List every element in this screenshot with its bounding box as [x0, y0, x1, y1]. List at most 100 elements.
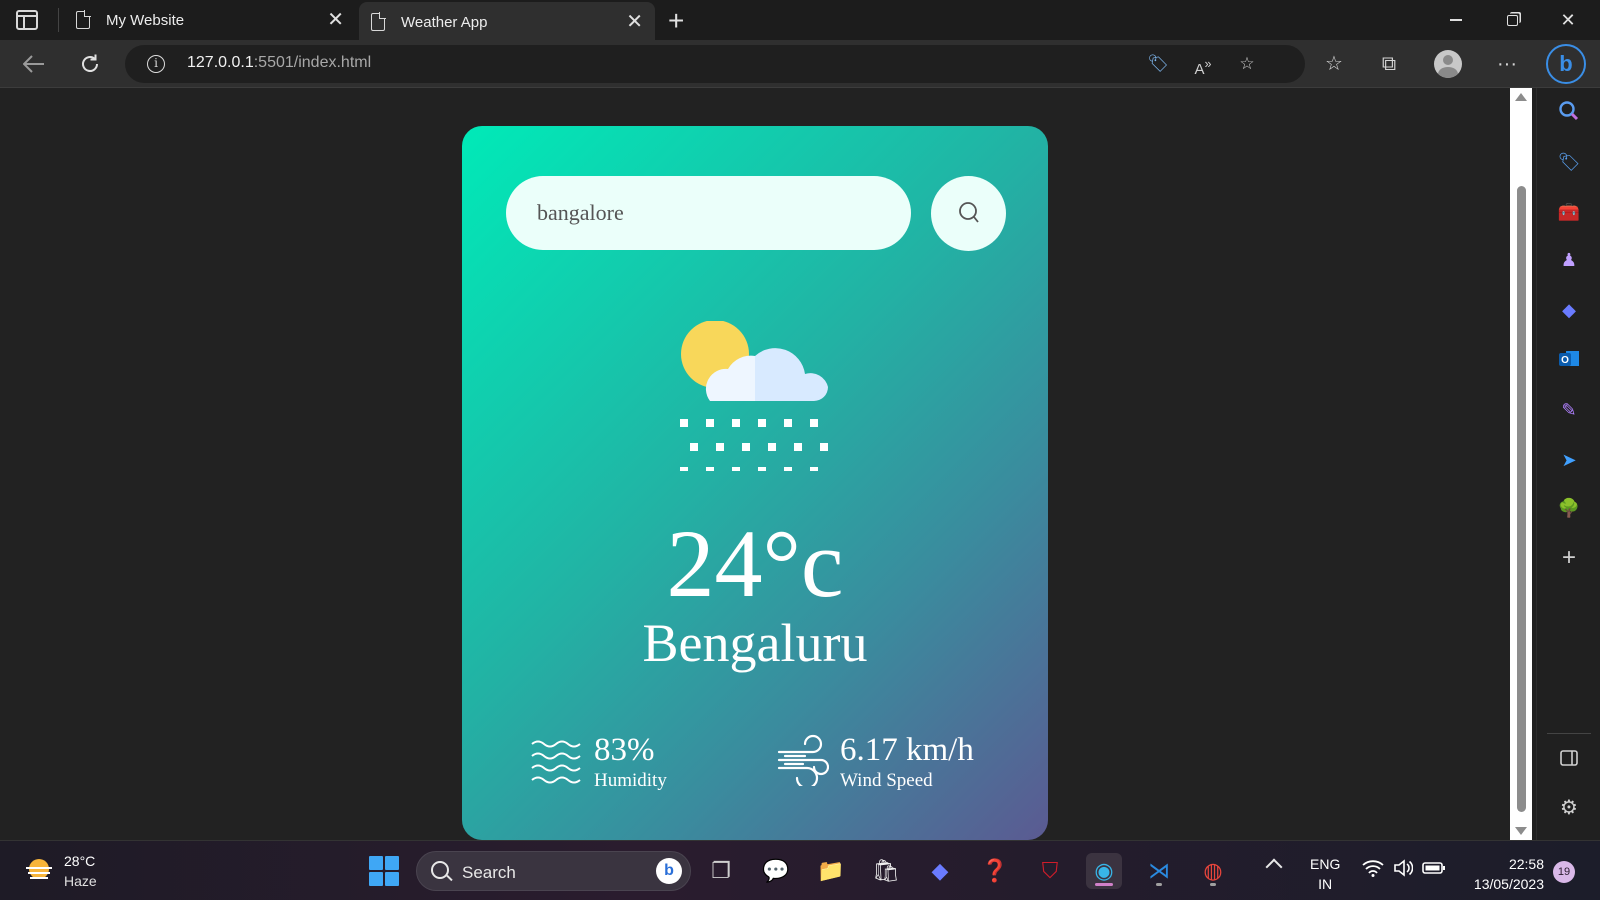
taskbar-search-box[interactable]: Search b	[416, 851, 691, 891]
close-window-button[interactable]: ✕	[1540, 0, 1596, 40]
games-icon[interactable]: ♟	[1557, 248, 1581, 272]
drop-icon[interactable]: ➤	[1557, 448, 1581, 472]
bing-icon[interactable]: b	[656, 858, 682, 884]
wind-speed-value: 6.17 km/h	[840, 732, 974, 768]
taskbar-weather-condition[interactable]: Haze	[64, 873, 97, 889]
scroll-down-arrow-icon[interactable]	[1515, 827, 1527, 835]
outlook-icon[interactable]: O	[1557, 348, 1581, 372]
tools-icon[interactable]: 🧰	[1557, 200, 1581, 224]
city-name: Bengaluru	[642, 613, 868, 673]
taskbar-weather-temp[interactable]: 28°C	[64, 853, 95, 869]
designer-icon[interactable]: ✎	[1557, 398, 1581, 422]
file-explorer-icon[interactable]: 📁	[813, 853, 849, 889]
time-label: 22:58	[1508, 856, 1544, 872]
scroll-up-arrow-icon[interactable]	[1515, 93, 1527, 101]
back-arrow-icon	[23, 55, 44, 73]
vscode-icon[interactable]: ⋊	[1141, 853, 1177, 889]
tab-separator	[58, 8, 59, 32]
tab-label: Weather App	[401, 13, 488, 31]
tab-actions-icon[interactable]	[16, 10, 38, 30]
battery-icon[interactable]	[1422, 859, 1446, 882]
page-icon	[76, 10, 91, 29]
url-text[interactable]: 127.0.0.1:5501/index.html	[187, 54, 371, 72]
close-tab-icon[interactable]: ✕	[327, 10, 344, 30]
mcafee-shield-icon[interactable]: ⛉	[1032, 853, 1068, 889]
copilot-app-icon[interactable]: ◆	[922, 853, 958, 889]
wifi-icon[interactable]	[1362, 859, 1384, 882]
tab-my-website[interactable]: My Website ✕	[64, 0, 356, 40]
task-view-icon[interactable]: ❐	[703, 853, 739, 889]
restore-button[interactable]	[1484, 0, 1540, 40]
region-label: IN	[1318, 876, 1333, 892]
language-label: ENG	[1310, 856, 1341, 872]
restore-icon	[1506, 14, 1518, 26]
settings-gear-icon[interactable]: ⚙	[1557, 796, 1581, 820]
reload-icon	[82, 54, 98, 72]
clock[interactable]: 22:58 13/05/2023	[1464, 854, 1544, 894]
language-indicator[interactable]: ENG IN	[1310, 854, 1340, 894]
site-info-icon[interactable]: i	[147, 55, 165, 73]
hide-sidebar-icon[interactable]	[1557, 748, 1581, 772]
weather-card: 24°c Bengaluru 83% Humidity 6.17 km/h Wi…	[462, 126, 1048, 840]
read-aloud-icon[interactable]: A»	[1192, 53, 1214, 78]
running-app-indicator	[1156, 883, 1162, 886]
search-icon[interactable]	[1557, 100, 1581, 124]
city-search-input[interactable]	[506, 176, 911, 250]
help-mail-icon[interactable]: ❓	[977, 853, 1013, 889]
wind-icon	[777, 734, 829, 786]
search-icon	[431, 861, 449, 879]
wind-speed-label: Wind Speed	[840, 770, 933, 791]
humidity-icon	[531, 740, 581, 784]
add-favorite-icon[interactable]: ☆	[1236, 53, 1258, 75]
scroll-thumb[interactable]	[1517, 186, 1526, 812]
back-button[interactable]	[20, 50, 48, 78]
page-viewport: 24°c Bengaluru 83% Humidity 6.17 km/h Wi…	[0, 88, 1510, 840]
more-options-icon[interactable]: ···	[1493, 50, 1521, 78]
url-path: :5501/index.html	[253, 54, 372, 71]
minimize-button[interactable]	[1428, 0, 1484, 40]
profile-avatar[interactable]	[1434, 50, 1462, 78]
show-hidden-icons-chevron-icon[interactable]	[1265, 858, 1283, 876]
edge-sidebar: 🏷 🧰 ♟ ◆ O ✎ ➤ 🌳 + ⚙	[1536, 88, 1600, 840]
shopping-tag-icon[interactable]: 🏷	[1147, 53, 1169, 75]
add-sidebar-app-icon[interactable]: +	[1557, 546, 1581, 570]
new-tab-icon[interactable]: +	[668, 5, 684, 37]
edge-browser-icon[interactable]: ◉	[1086, 853, 1122, 889]
page-scrollbar[interactable]	[1510, 88, 1532, 840]
tab-weather-app[interactable]: Weather App ✕	[359, 2, 655, 42]
sidebar-divider	[1547, 733, 1591, 734]
shopping-icon[interactable]: 🏷	[1557, 150, 1581, 174]
active-app-indicator	[1095, 883, 1113, 886]
haze-weather-icon[interactable]	[24, 855, 54, 885]
search-button[interactable]	[931, 176, 1006, 251]
start-windows-icon[interactable]	[369, 856, 399, 886]
sun-cloud-snow-icon	[680, 321, 828, 471]
volume-icon[interactable]	[1393, 859, 1414, 882]
notification-count-badge[interactable]: 19	[1553, 861, 1575, 883]
tab-label: My Website	[106, 11, 185, 29]
favorites-icon[interactable]: ☆	[1320, 50, 1348, 78]
chrome-icon[interactable]: ◍	[1195, 853, 1231, 889]
running-app-indicator	[1210, 883, 1216, 886]
windows-taskbar: 28°C Haze Search b ❐ 💬 📁 🛍 ◆ ❓ ⛉ ◉ ⋊ ◍ E…	[0, 840, 1600, 900]
url-host: 127.0.0.1	[187, 54, 254, 71]
temperature-value: 24°c	[666, 510, 844, 617]
browser-toolbar: i 127.0.0.1:5501/index.html 🏷 A» ☆ ☆ ⧉ ·…	[0, 40, 1600, 88]
humidity-value: 83%	[594, 732, 655, 768]
teams-chat-icon[interactable]: 💬	[758, 853, 794, 889]
bing-copilot-icon[interactable]: b	[1546, 44, 1586, 84]
svg-text:O: O	[1561, 355, 1569, 366]
minimize-icon	[1450, 19, 1462, 21]
tree-icon[interactable]: 🌳	[1557, 496, 1581, 520]
date-label: 13/05/2023	[1473, 876, 1544, 892]
close-tab-icon[interactable]: ✕	[626, 12, 643, 32]
taskbar-search-label: Search	[462, 863, 516, 882]
microsoft-365-icon[interactable]: ◆	[1557, 298, 1581, 322]
search-icon	[959, 202, 979, 223]
tab-bar: My Website ✕ Weather App ✕ + ✕	[0, 0, 1600, 42]
microsoft-store-icon[interactable]: 🛍	[868, 853, 904, 889]
collections-icon[interactable]: ⧉	[1375, 50, 1403, 78]
address-bar[interactable]: i 127.0.0.1:5501/index.html 🏷 A» ☆	[125, 45, 1305, 83]
reload-button[interactable]	[76, 50, 104, 78]
humidity-label: Humidity	[594, 770, 667, 791]
